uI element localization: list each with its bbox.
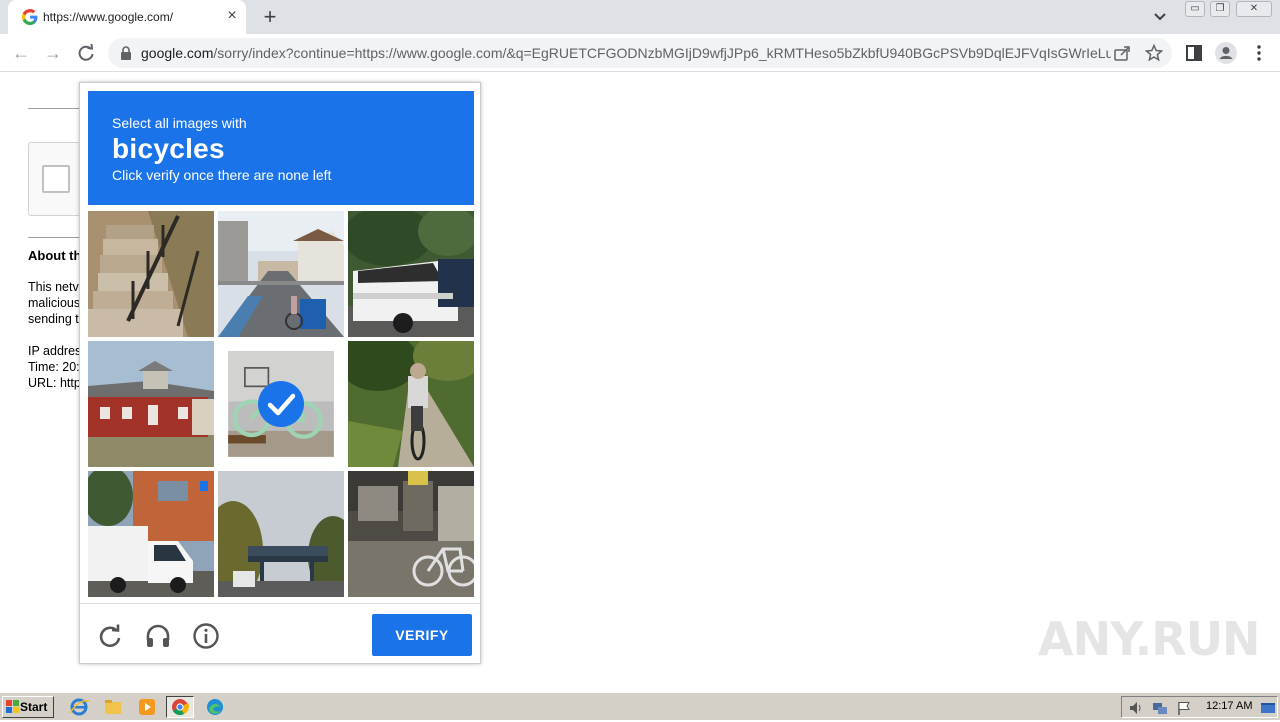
url-host: google.com [141, 45, 214, 61]
recaptcha-checkbox[interactable] [42, 165, 70, 193]
side-panel-icon[interactable] [1184, 43, 1204, 63]
stairs-image [88, 211, 214, 337]
body-text-line: malicious [28, 296, 81, 310]
verify-button[interactable]: VERIFY [372, 614, 472, 656]
bridge-image [218, 471, 344, 597]
edge-icon[interactable] [204, 697, 226, 717]
action-center-flag-icon[interactable] [1176, 700, 1192, 716]
profile-avatar-icon[interactable] [1215, 42, 1237, 64]
reload-icon[interactable] [75, 42, 97, 64]
clock[interactable]: 12:17 AM [1206, 700, 1252, 712]
back-button[interactable]: ← [10, 42, 32, 64]
audio-challenge-icon[interactable] [144, 622, 172, 650]
about-heading: About th [28, 248, 82, 263]
watermark-logo: ANY.RUN [1038, 612, 1261, 666]
minimize-button[interactable]: ▭ [1185, 1, 1205, 17]
image-tile-8[interactable] [218, 471, 344, 597]
browser-tab[interactable]: https://www.google.com/ × [8, 0, 246, 34]
network-icon[interactable] [1152, 700, 1168, 716]
chrome-icon [172, 699, 189, 716]
time-line: Time: 20: [28, 360, 80, 374]
delivery-truck-image [88, 471, 214, 597]
windows-logo-icon [6, 700, 19, 713]
body-text-line: This netv [28, 280, 79, 294]
close-window-button[interactable]: ✕ [1236, 1, 1272, 17]
ip-address-line: IP addres [28, 344, 82, 358]
system-tray: 12:17 AM [1121, 696, 1278, 718]
instruction-subtext: Click verify once there are none left [112, 167, 332, 183]
image-tile-7[interactable] [88, 471, 214, 597]
url-path: /sorry/index?continue=https://www.google… [213, 45, 1111, 61]
challenge-footer: VERIFY [80, 603, 480, 664]
person-cycling-image [348, 341, 474, 467]
body-text-line: sending t [28, 312, 79, 326]
browser-toolbar: ← → google.com/sorry/index?continue=http… [0, 34, 1280, 72]
target-keyword: bicycles [112, 133, 225, 164]
chrome-taskbar-button[interactable] [166, 696, 194, 718]
close-tab-icon[interactable]: × [224, 8, 240, 24]
tab-title: https://www.google.com/ [43, 10, 174, 24]
parked-bicycle-image [348, 471, 474, 597]
new-tab-button[interactable]: + [258, 5, 282, 29]
selected-checkmark-icon [258, 381, 304, 427]
image-tile-2[interactable] [218, 211, 344, 337]
media-player-icon[interactable] [136, 697, 158, 717]
image-tile-3[interactable] [348, 211, 474, 337]
street-image [218, 211, 344, 337]
tab-strip: https://www.google.com/ × + ▭ ❐ ✕ [0, 0, 1280, 34]
menu-dots-icon[interactable] [1249, 43, 1269, 63]
volume-icon[interactable] [1128, 700, 1144, 716]
maximize-button[interactable]: ❐ [1210, 1, 1230, 17]
image-tile-1[interactable] [88, 211, 214, 337]
internet-explorer-icon[interactable] [68, 697, 90, 717]
url-text: google.com/sorry/index?continue=https://… [141, 45, 1111, 61]
show-desktop-icon[interactable] [1260, 700, 1276, 716]
file-explorer-icon[interactable] [102, 697, 124, 717]
lock-icon [121, 46, 131, 60]
red-house-image [88, 341, 214, 467]
start-label: Start [20, 700, 48, 714]
pickup-truck-image [348, 211, 474, 337]
instruction-text: Select all images with [112, 115, 247, 131]
url-line: URL: http [28, 376, 81, 390]
captcha-challenge-dialog: Select all images with bicycles Click ve… [79, 82, 481, 664]
info-icon[interactable] [192, 622, 220, 650]
bookmark-star-icon[interactable] [1145, 44, 1163, 62]
reload-challenge-icon[interactable] [96, 622, 124, 650]
start-button[interactable]: Start [2, 696, 54, 718]
image-tile-5[interactable] [218, 341, 344, 467]
challenge-header: Select all images with bicycles Click ve… [88, 91, 474, 205]
address-bar[interactable]: google.com/sorry/index?continue=https://… [108, 38, 1172, 68]
share-icon[interactable] [1113, 44, 1131, 62]
chevron-down-icon[interactable] [1150, 8, 1170, 26]
image-tile-6[interactable] [348, 341, 474, 467]
image-tile-4[interactable] [88, 341, 214, 467]
taskbar: Start 12:17 AM [0, 692, 1280, 720]
google-favicon-icon [22, 9, 38, 25]
image-tile-9[interactable] [348, 471, 474, 597]
forward-button[interactable]: → [42, 42, 64, 64]
